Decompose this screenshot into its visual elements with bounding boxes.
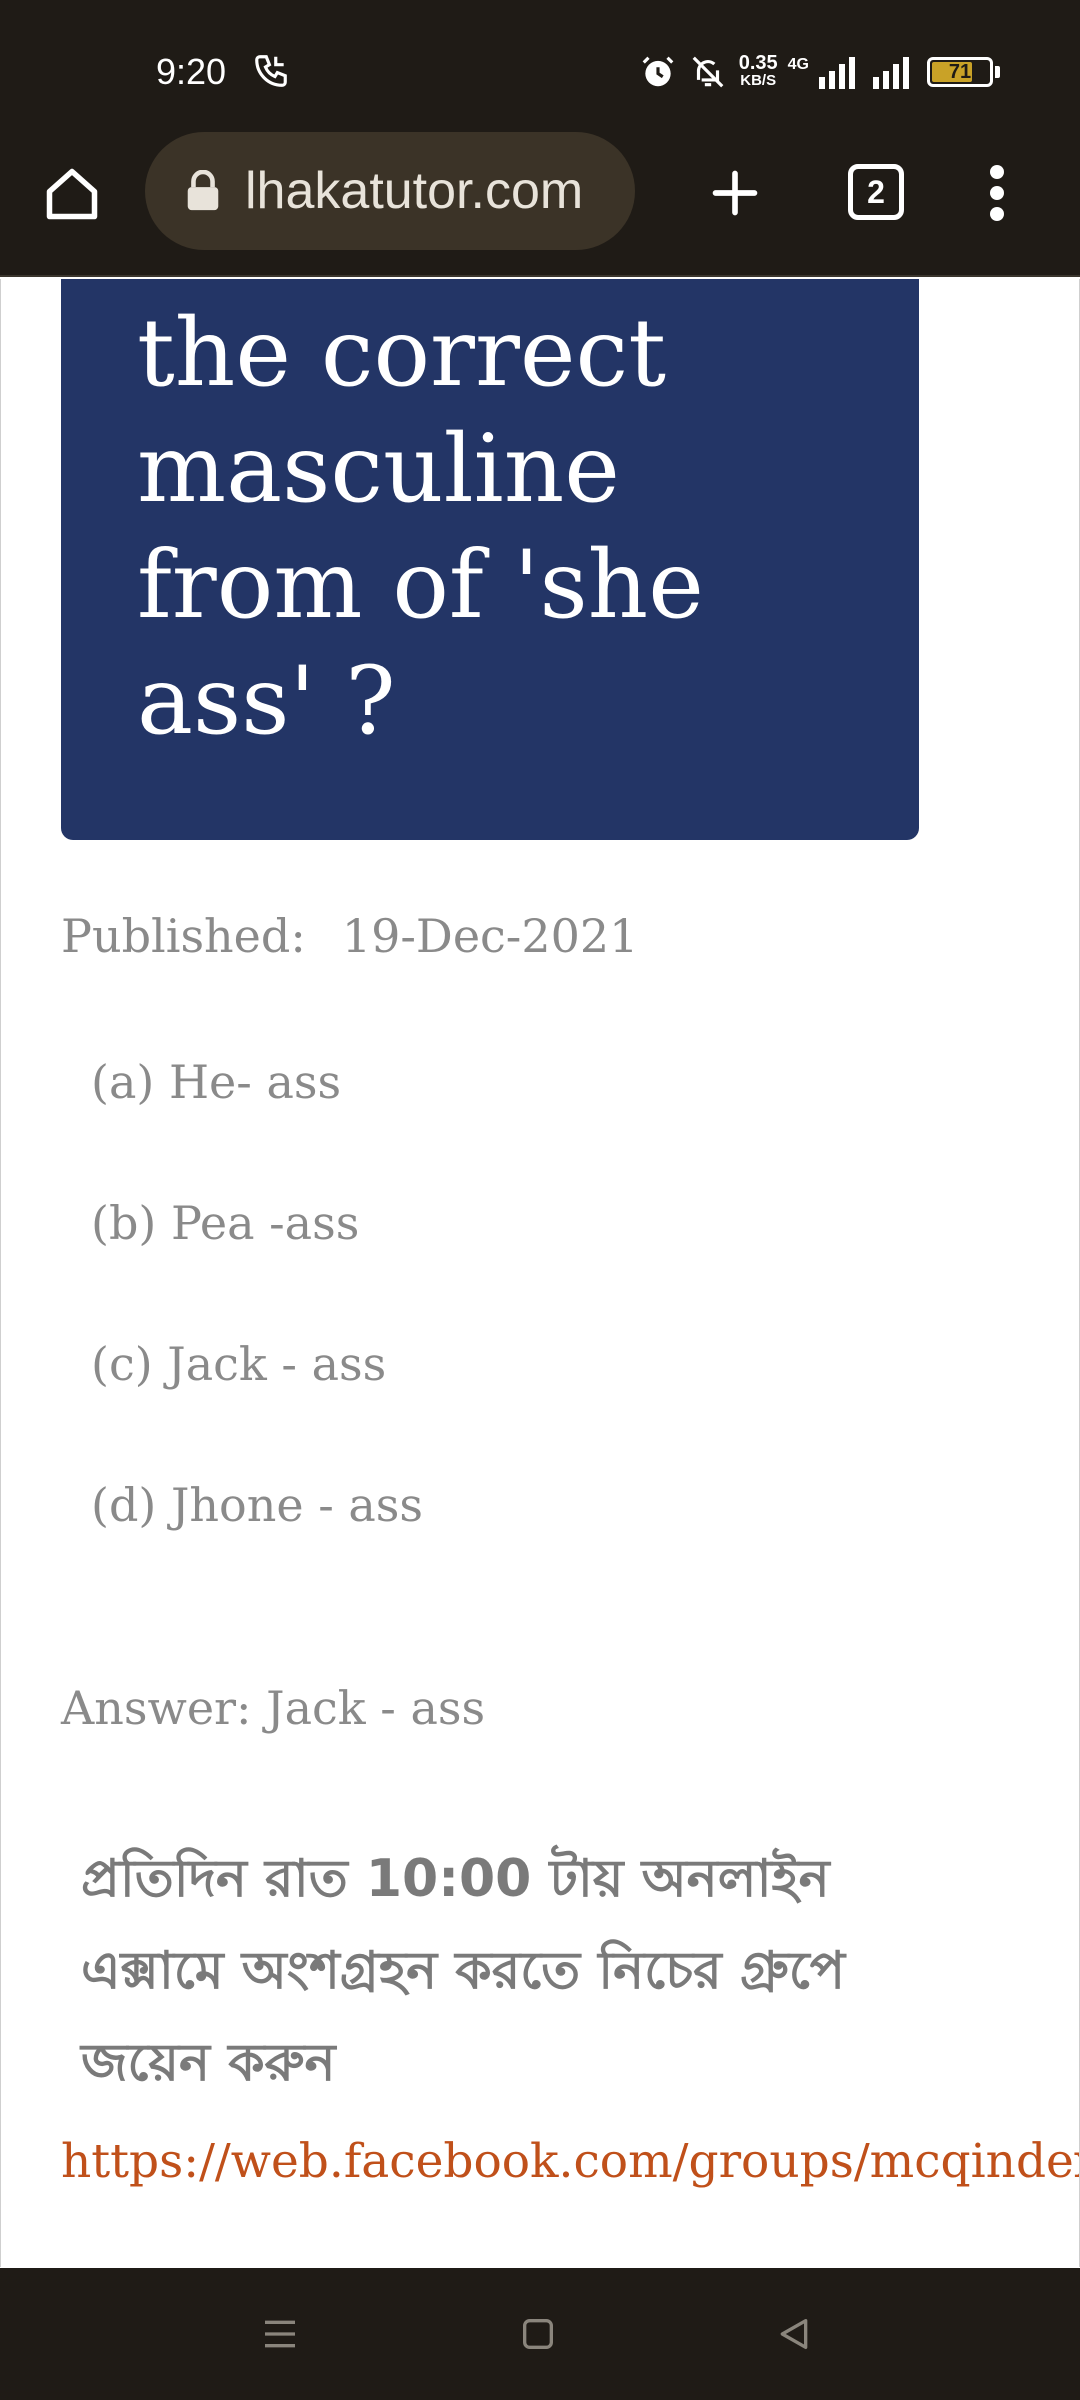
status-icons: 0.35 KB/S 4G 71 [639, 48, 1000, 96]
option-d: (d) Jhone - ass [91, 1478, 423, 1532]
option-c: (c) Jack - ass [91, 1337, 387, 1391]
mute-icon [687, 53, 729, 91]
tab-count: 2 [867, 173, 885, 210]
published-line: Published: 19-Dec-2021 [61, 909, 638, 963]
option-a: (a) He- ass [91, 1055, 342, 1109]
join-group-note: প্রতিদিন রাত 10:00 টায় অনলাইন এক্সামে অ… [81, 1849, 846, 2093]
battery-icon: 71 [927, 57, 993, 87]
kebab-menu-icon [990, 165, 1004, 221]
home-nav-button[interactable] [508, 2304, 568, 2364]
answer-text: Answer: Jack - ass [61, 1681, 486, 1735]
facebook-group-link[interactable]: https://web.facebook.com/groups/mcqindex [61, 2134, 1079, 2189]
signal-icon [819, 55, 863, 89]
tab-switcher-button[interactable]: 2 [848, 164, 904, 220]
plus-icon [712, 170, 758, 216]
status-bar: 9:20 0.35 KB/S 4G 71 [0, 0, 1080, 130]
more-menu-button[interactable] [970, 158, 1024, 228]
new-tab-button[interactable] [700, 158, 770, 228]
home-icon [46, 168, 98, 220]
back-button[interactable] [764, 2304, 824, 2364]
question-card: Which one is the correct masculine from … [61, 279, 919, 840]
option-b: (b) Pea -ass [91, 1196, 360, 1250]
options-list: (a) He- ass (b) Pea -ass (c) Jack - ass … [91, 1054, 423, 1618]
recents-button[interactable] [250, 2304, 310, 2364]
call-icon [252, 52, 290, 90]
page-content: Which one is the correct masculine from … [0, 279, 1080, 2267]
net-speed-unit: KB/S [740, 72, 777, 89]
browser-toolbar: lhakatutor.com 2 [0, 130, 1080, 277]
system-nav-bar [0, 2268, 1080, 2400]
question-title: Which one is the correct masculine from … [137, 279, 748, 756]
url-text: lhakatutor.com [245, 162, 584, 220]
battery-level: 71 [948, 61, 972, 83]
menu-lines-icon [265, 2320, 295, 2348]
back-triangle-icon [780, 2319, 808, 2349]
network-type: 4G [787, 56, 809, 73]
battery-tip [995, 66, 1000, 78]
lock-icon [187, 170, 219, 211]
net-speed-value: 0.35 [738, 52, 778, 74]
alarm-icon [639, 53, 677, 91]
signal-icon [873, 55, 917, 89]
published-label: Published: [61, 909, 306, 963]
published-date: 19-Dec-2021 [341, 909, 639, 963]
home-button[interactable] [36, 158, 108, 230]
net-speed: 0.35 KB/S [738, 52, 778, 90]
url-bar[interactable]: lhakatutor.com [145, 132, 635, 250]
square-icon [523, 2319, 553, 2349]
status-time: 9:20 [156, 51, 227, 92]
